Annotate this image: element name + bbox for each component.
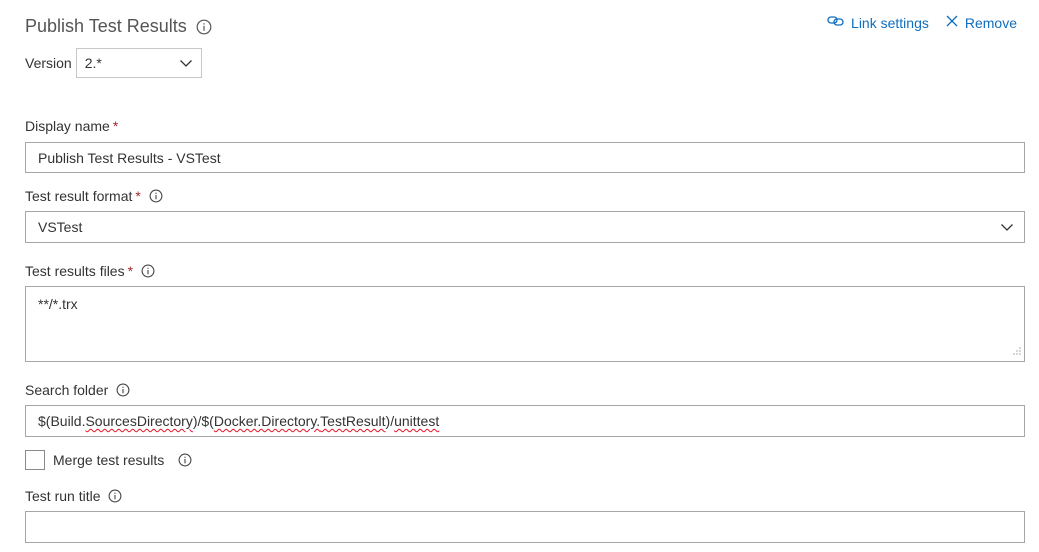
link-icon (827, 14, 851, 31)
chevron-down-icon (1000, 219, 1014, 235)
merge-test-results-checkbox[interactable] (25, 450, 45, 470)
info-icon[interactable] (108, 489, 122, 503)
test-results-files-label-text: Test results files (25, 263, 125, 279)
info-icon[interactable] (116, 383, 130, 397)
link-settings-button[interactable]: Link settings (827, 14, 929, 31)
link-settings-label: Link settings (851, 14, 929, 31)
misspelled-segment: unittest (394, 413, 440, 429)
version-select[interactable]: 2.* (75, 48, 202, 78)
test-result-format-label-text: Test result format (25, 188, 133, 204)
test-result-format-select[interactable]: VSTest (25, 211, 1025, 243)
misspelled-segment: Docker.Directory. (213, 413, 321, 429)
search-folder-segment: $(Build. (38, 413, 86, 429)
info-icon[interactable] (149, 189, 163, 203)
test-run-title-label-text: Test run title (25, 488, 101, 504)
test-result-format-value: VSTest (38, 219, 83, 235)
task-title: Publish Test Results (25, 16, 212, 37)
merge-test-results-row: Merge test results (25, 450, 192, 470)
search-folder-input[interactable]: $(Build.SourcesDirectory)/$(Docker.Direc… (25, 405, 1025, 437)
display-name-label: Display name * (25, 118, 118, 134)
display-name-input[interactable]: Publish Test Results - VSTest (25, 142, 1025, 173)
test-run-title-label: Test run title (25, 488, 122, 504)
info-icon[interactable] (196, 19, 212, 35)
info-icon[interactable] (141, 264, 155, 278)
test-run-title-input[interactable] (25, 511, 1025, 543)
search-folder-value: $(Build.SourcesDirectory)/$(Docker.Direc… (38, 413, 439, 429)
search-folder-segment: )/$( (192, 413, 214, 429)
info-icon[interactable] (178, 453, 192, 467)
search-folder-label: Search folder (25, 382, 130, 398)
misspelled-segment: SourcesDirectory (85, 413, 193, 429)
display-name-label-text: Display name (25, 118, 110, 134)
close-icon (945, 14, 965, 31)
merge-test-results-label: Merge test results (53, 452, 165, 468)
remove-button[interactable]: Remove (945, 14, 1017, 31)
task-editor-panel: Publish Test Results Link settings Remov… (0, 0, 1039, 552)
task-title-text: Publish Test Results (25, 16, 187, 36)
required-marker: * (127, 263, 134, 279)
display-name-value: Publish Test Results - VSTest (38, 149, 221, 166)
misspelled-segment: TestResult (320, 413, 386, 429)
test-results-files-textarea[interactable]: **/*.trx (25, 286, 1025, 362)
version-value: 2.* (84, 55, 102, 71)
required-marker: * (135, 188, 141, 204)
test-results-files-value: **/*.trx (38, 296, 78, 312)
remove-label: Remove (964, 14, 1017, 31)
search-folder-label-text: Search folder (25, 382, 109, 398)
version-label: Version (25, 55, 72, 71)
search-folder-segment: )/ (385, 413, 395, 429)
header-actions: Link settings Remove (827, 14, 1017, 31)
test-results-files-label: Test results files * (25, 263, 155, 279)
resize-grip-icon[interactable] (1013, 342, 1021, 358)
test-result-format-label: Test result format * (25, 188, 163, 204)
required-marker: * (112, 118, 119, 134)
version-row: Version 2.* (25, 48, 202, 78)
chevron-down-icon (179, 55, 193, 71)
